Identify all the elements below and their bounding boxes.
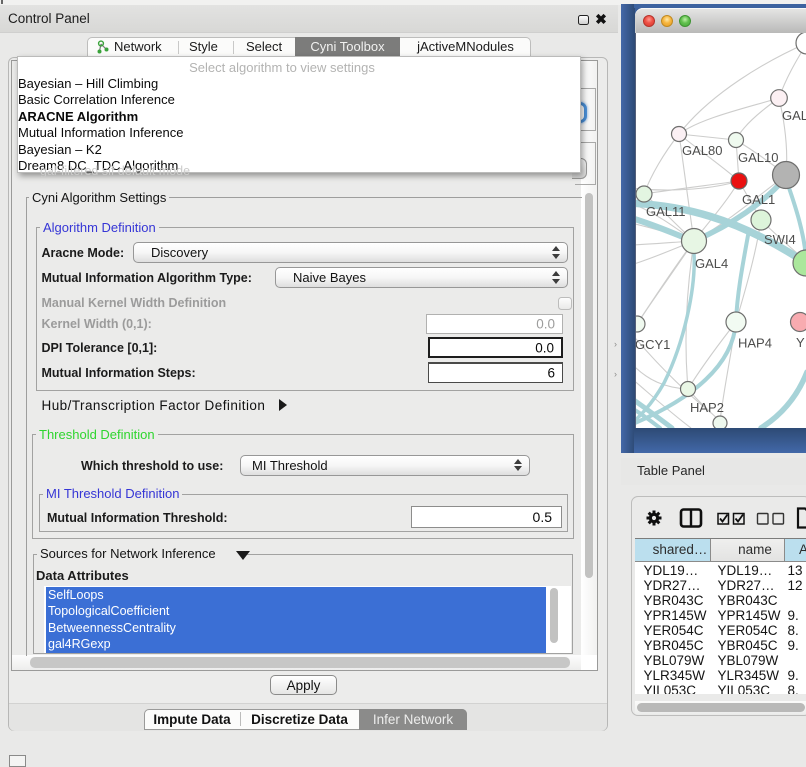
svg-text:GAL1: GAL1: [742, 192, 775, 207]
svg-text:SWI4: SWI4: [764, 232, 796, 247]
svg-text:GAL8: GAL8: [782, 108, 806, 123]
svg-text:GAL11: GAL11: [646, 204, 686, 219]
svg-text:GCY1: GCY1: [636, 337, 670, 352]
svg-text:GAL80: GAL80: [682, 143, 722, 158]
svg-text:GAL4: GAL4: [695, 256, 728, 271]
svg-text:Y: Y: [796, 335, 805, 350]
svg-text:GAL10: GAL10: [738, 150, 778, 165]
svg-text:HAP2: HAP2: [690, 400, 724, 415]
svg-text:HAP4: HAP4: [738, 336, 772, 351]
